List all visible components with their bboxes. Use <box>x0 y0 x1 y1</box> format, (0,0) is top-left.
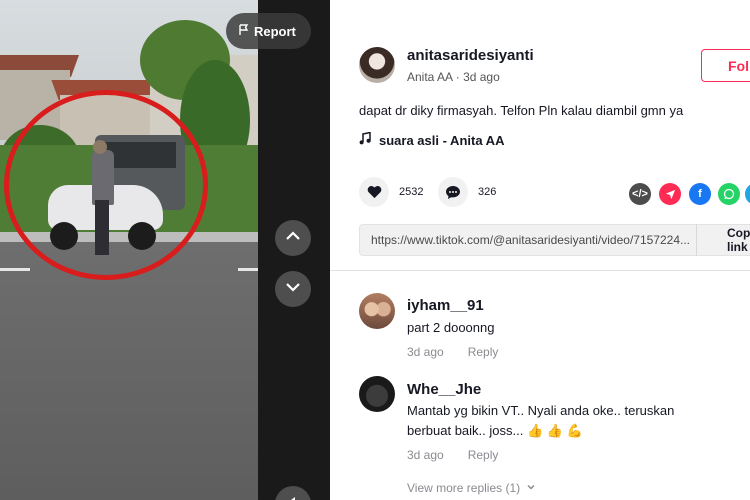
share-more-icon[interactable] <box>745 183 750 205</box>
comment-text: part 2 dooonng <box>407 320 495 335</box>
post-details-panel: anitasaridesiyanti Anita AA · 3d ago Fol… <box>330 0 750 500</box>
comment-age: 3d ago <box>407 345 444 359</box>
comment-icon[interactable] <box>438 177 468 207</box>
author-meta: Anita AA · 3d ago <box>407 70 500 84</box>
flag-icon <box>238 23 250 39</box>
comment-username[interactable]: Whe__Jhe <box>407 381 481 398</box>
author-display-name: Anita AA <box>407 70 453 84</box>
video-player[interactable] <box>0 0 258 500</box>
red-highlight-circle <box>4 90 208 280</box>
send-icon[interactable] <box>659 183 681 205</box>
music-title: suara asli - Anita AA <box>379 132 505 148</box>
view-more-replies-button[interactable]: View more replies (1) <box>407 481 536 495</box>
comment-meta: 3d ago Reply <box>407 448 498 462</box>
facebook-icon[interactable]: f <box>689 183 711 205</box>
comment-text-line: berbuat baik.. joss... 👍 👍 💪 <box>407 423 583 438</box>
like-action[interactable]: 2532 <box>359 177 423 207</box>
video-link-text: https://www.tiktok.com/@anitasaridesiyan… <box>371 233 691 247</box>
volume-icon <box>286 495 300 500</box>
report-button[interactable]: Report <box>226 13 311 49</box>
previous-video-button[interactable] <box>275 220 311 256</box>
copy-link-button[interactable]: Copy link <box>696 224 750 256</box>
like-count: 2532 <box>399 186 424 198</box>
comment-age: 3d ago <box>407 448 444 462</box>
chevron-up-icon <box>284 227 302 250</box>
comment-text-line: Mantab yg bikin VT.. Nyali anda oke.. te… <box>407 403 675 418</box>
video-link-field[interactable]: https://www.tiktok.com/@anitasaridesiyan… <box>359 224 750 256</box>
post-age: 3d ago <box>463 70 500 84</box>
music-note-icon <box>359 131 371 148</box>
embed-icon[interactable]: </> <box>629 183 651 205</box>
author-username[interactable]: anitasaridesiyanti <box>407 47 534 64</box>
video-scene-lane <box>0 268 30 271</box>
chevron-down-icon <box>284 278 302 301</box>
reply-button[interactable]: Reply <box>468 345 499 359</box>
meta-separator: · <box>455 70 464 84</box>
comment-meta: 3d ago Reply <box>407 345 498 359</box>
report-label: Report <box>254 23 296 39</box>
music-link[interactable]: suara asli - Anita AA <box>359 131 505 148</box>
post-description: dapat dr diky firmasyah. Telfon Pln kala… <box>359 103 684 118</box>
view-more-replies-label: View more replies (1) <box>407 481 521 495</box>
next-video-button[interactable] <box>275 271 311 307</box>
comment-action[interactable]: 326 <box>438 177 496 207</box>
chevron-down-icon <box>526 481 536 495</box>
section-divider <box>330 270 750 271</box>
follow-button[interactable]: Follow <box>701 49 750 82</box>
whatsapp-icon[interactable] <box>718 183 740 205</box>
comment-avatar[interactable] <box>359 376 395 412</box>
comment-username[interactable]: iyham__91 <box>407 297 484 314</box>
volume-button[interactable] <box>275 486 311 500</box>
reply-button[interactable]: Reply <box>468 448 499 462</box>
author-avatar[interactable] <box>359 47 395 83</box>
comment-count: 326 <box>478 186 497 198</box>
video-scene-lane <box>238 268 258 271</box>
video-panel: Report <box>0 0 330 500</box>
video-scene-road <box>0 242 258 500</box>
heart-icon[interactable] <box>359 177 389 207</box>
comment-avatar[interactable] <box>359 293 395 329</box>
